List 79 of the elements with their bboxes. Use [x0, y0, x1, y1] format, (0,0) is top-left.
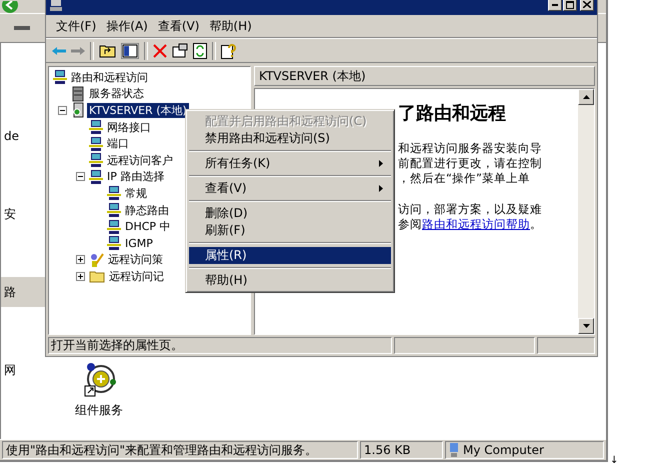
- properties-icon[interactable]: [172, 43, 188, 58]
- folder-icon: [89, 269, 105, 284]
- close-button[interactable]: [580, 0, 594, 11]
- status-text: 打开当前选择的属性页。: [48, 337, 392, 354]
- down-arrow-icon: [582, 324, 590, 328]
- description-line: 访问，部署方案，以及疑难: [398, 202, 543, 217]
- status-pane: [537, 337, 595, 354]
- sidebar-item[interactable]: 路: [1, 277, 45, 307]
- computer-icon: [107, 202, 121, 218]
- description-line: 前配置进行更改，请在控制: [398, 156, 543, 171]
- maximize-button[interactable]: [563, 0, 577, 11]
- delete-icon[interactable]: [153, 44, 167, 58]
- tree-item[interactable]: 远程访问策: [106, 252, 165, 268]
- tree-item[interactable]: 远程访问客户: [105, 152, 175, 168]
- scroll-up-button[interactable]: [578, 89, 594, 105]
- tree-item[interactable]: 网络接口: [105, 120, 153, 135]
- help-icon[interactable]: [221, 42, 237, 58]
- maximize-icon: [566, 0, 574, 8]
- tree-item[interactable]: 远程访问记: [107, 268, 166, 284]
- computer-icon: [89, 119, 103, 136]
- tree-item[interactable]: IP 路由选择: [105, 169, 166, 184]
- status-text: 使用"路由和远程访问"来配置和管理路由和远程访问服务。: [2, 441, 358, 459]
- pencil-icon: [89, 252, 104, 268]
- computer-icon: [107, 235, 121, 252]
- desktop-icon-label[interactable]: 组件服务: [75, 402, 123, 419]
- context-menu-item[interactable]: 所有任务(K): [189, 155, 391, 172]
- tree-toggle-icon[interactable]: [121, 42, 139, 58]
- context-menu-item[interactable]: 禁用路由和远程访问(S): [189, 130, 391, 147]
- file-size: 1.56 KB: [360, 441, 443, 459]
- help-link[interactable]: 路由和远程访问帮助: [422, 217, 530, 231]
- menu-item[interactable]: 帮助(H): [209, 18, 252, 34]
- sidebar-item[interactable]: 安: [1, 199, 45, 229]
- menu-item[interactable]: 操作(A): [106, 18, 148, 34]
- zone-label: My Computer: [463, 443, 544, 457]
- pane-header: KTVSERVER (本地): [259, 68, 366, 84]
- page-heading: 了路由和远程: [398, 102, 507, 125]
- back-icon[interactable]: [1, 0, 19, 12]
- server-icon: [71, 102, 85, 118]
- server-icon: [71, 86, 85, 102]
- scrollbar[interactable]: [578, 89, 594, 334]
- tree-item[interactable]: 静态路由: [123, 202, 171, 218]
- collapse-toggle[interactable]: [58, 106, 69, 115]
- up-arrow-icon: [582, 95, 590, 99]
- folder-up-icon[interactable]: [99, 43, 116, 58]
- tree-item[interactable]: DHCP 中: [123, 219, 173, 234]
- tree-item[interactable]: IGMP: [123, 236, 155, 250]
- arrow-mark: ↓: [610, 455, 618, 466]
- computer-icon: [107, 218, 121, 235]
- tree-item[interactable]: 常规: [123, 186, 149, 201]
- computer-icon: [107, 185, 121, 202]
- menu-item[interactable]: 文件(F): [56, 18, 96, 34]
- computer-icon: [89, 136, 103, 152]
- description-line: 和远程访问服务器安装向导: [398, 141, 543, 156]
- context-menu-item[interactable]: 属性(R): [189, 247, 391, 264]
- minimize-icon: [552, 4, 558, 6]
- close-icon: [583, 1, 591, 8]
- collapse-toggle[interactable]: [76, 172, 87, 182]
- expand-toggle[interactable]: [76, 255, 87, 264]
- context-menu-item[interactable]: 删除(D): [189, 205, 391, 222]
- tree-item[interactable]: 服务器状态: [87, 86, 146, 102]
- sidebar-item[interactable]: 网: [1, 355, 45, 385]
- tree-item[interactable]: 路由和远程访问: [69, 70, 150, 85]
- computer-icon: [49, 0, 63, 12]
- minimize-button[interactable]: [548, 0, 562, 11]
- computer-icon: [89, 152, 103, 168]
- context-menu-item[interactable]: 刷新(F): [189, 222, 391, 239]
- menu-item[interactable]: 查看(V): [158, 18, 200, 34]
- description-line: 参阅: [398, 217, 422, 231]
- computer-icon: [89, 168, 103, 185]
- description-line: 。: [530, 217, 542, 231]
- scroll-down-button[interactable]: [578, 318, 594, 334]
- refresh-icon[interactable]: [193, 42, 207, 58]
- tree-item[interactable]: 端口: [105, 136, 131, 152]
- context-menu-item[interactable]: 帮助(H): [189, 272, 391, 289]
- context-menu-item[interactable]: 查看(V): [189, 180, 391, 197]
- computer-icon: [53, 69, 67, 86]
- sidebar-item[interactable]: de: [1, 121, 45, 151]
- description-line: ，然后在“操作”菜单上单: [398, 171, 531, 186]
- expand-toggle[interactable]: [76, 272, 87, 281]
